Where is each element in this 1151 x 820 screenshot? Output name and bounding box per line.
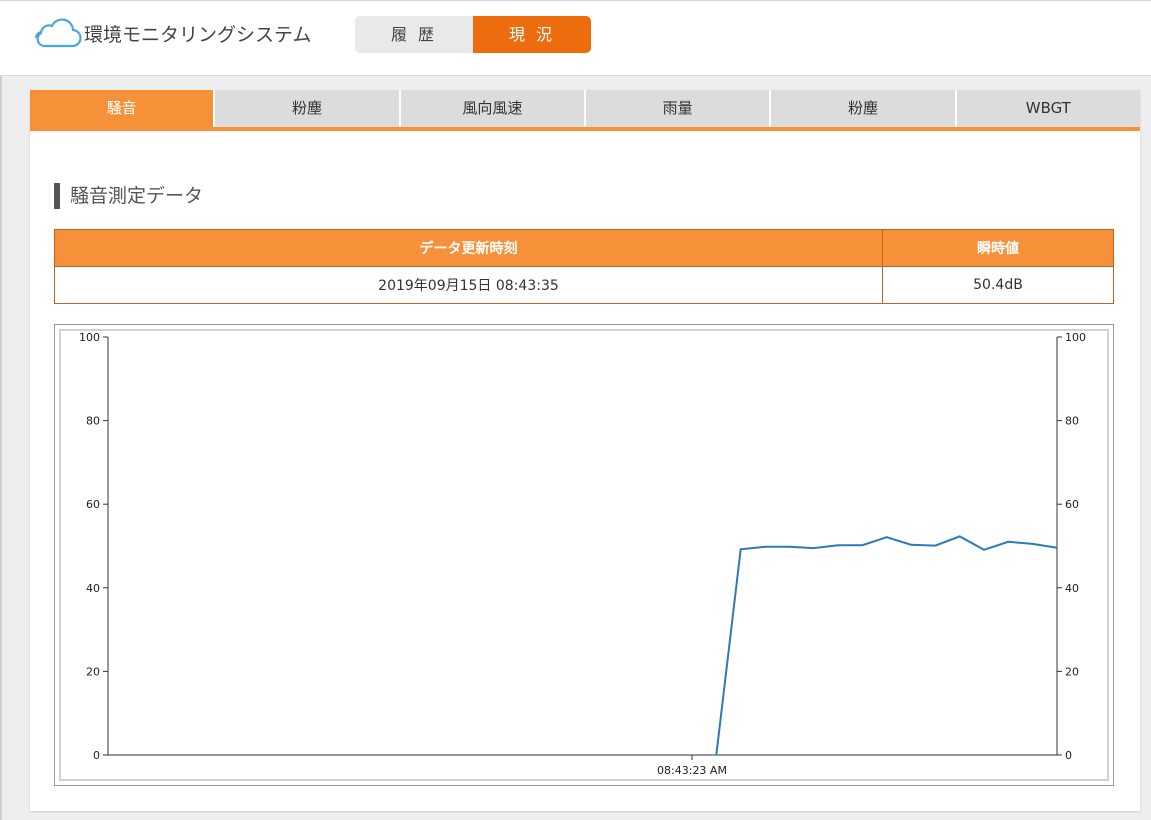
mode-switch: 履 歴 現 況 (355, 16, 591, 53)
y-tick-label-left: 40 (86, 582, 100, 595)
data-point (739, 548, 742, 551)
app-header: 環境モニタリングシステム 履 歴 現 況 (0, 0, 1151, 76)
tab-wbgt[interactable]: WBGT (954, 90, 1140, 127)
data-point (934, 544, 937, 547)
y-tick-label-left: 60 (86, 498, 100, 511)
x-tick-label: 08:43:23 AM (657, 764, 727, 777)
data-point (983, 548, 985, 551)
noise-series-line (715, 535, 1058, 756)
data-point (715, 754, 718, 756)
main-panel: 騒音 粉塵 風向風速 雨量 粉塵 WBGT 騒音測定データ データ更新時刻 瞬時… (30, 90, 1140, 811)
noise-chart: 0 20 40 60 80 100 0 20 40 60 80 100 08:43:23 AM (54, 324, 1114, 786)
update-time-value: 2019年09月15日 08:43:35 (54, 266, 883, 304)
current-mode-button[interactable]: 現 況 (473, 16, 591, 53)
y-tick-label-left: 80 (86, 415, 100, 428)
data-point (812, 547, 815, 549)
data-point (1031, 543, 1034, 545)
y-tick-label-right: 40 (1065, 582, 1079, 595)
tab-underline (30, 127, 1140, 131)
brand[interactable]: 環境モニタリングシステム (32, 16, 311, 50)
measurement-table: データ更新時刻 瞬時値 2019年09月15日 08:43:35 50.4dB (54, 229, 1115, 304)
tab-noise[interactable]: 騒音 (30, 90, 214, 127)
y-tick-label-right: 100 (1065, 331, 1086, 344)
data-point (885, 536, 888, 539)
data-point (764, 546, 766, 548)
data-point (861, 544, 864, 546)
tab-dust-2[interactable]: 粉塵 (769, 90, 955, 127)
y-tick-label-right: 80 (1065, 415, 1079, 428)
y-tick-label-right: 60 (1065, 498, 1079, 511)
app-title: 環境モニタリングシステム (84, 23, 312, 46)
tab-dust[interactable]: 粉塵 (213, 90, 399, 127)
y-tick-label-right: 20 (1065, 665, 1079, 678)
section-title: 騒音測定データ (54, 183, 203, 209)
update-time-header: データ更新時刻 (54, 229, 883, 267)
data-point (1007, 541, 1010, 543)
data-point (910, 543, 912, 546)
y-tick-label-right: 0 (1065, 749, 1072, 762)
window-edge (0, 76, 2, 820)
data-point (1056, 546, 1058, 549)
tab-wind[interactable]: 風向風速 (398, 90, 584, 127)
tab-rain[interactable]: 雨量 (583, 90, 770, 127)
cloud-icon (35, 18, 82, 48)
table-row: 2019年09月15日 08:43:35 50.4dB (54, 266, 1115, 304)
data-point (788, 546, 791, 548)
y-tick-label-left: 0 (93, 749, 100, 762)
sensor-tabs: 騒音 粉塵 風向風速 雨量 粉塵 WBGT (30, 90, 1140, 127)
y-tick-label-left: 100 (79, 331, 100, 344)
instant-value: 50.4dB (881, 266, 1115, 304)
table-header-row: データ更新時刻 瞬時値 (54, 229, 1115, 267)
chart-svg: 0 20 40 60 80 100 0 20 40 60 80 100 08:43:23 AM (79, 331, 1086, 777)
instant-value-header: 瞬時値 (881, 229, 1115, 267)
history-mode-button[interactable]: 履 歴 (355, 16, 473, 53)
y-tick-label-left: 20 (86, 665, 100, 678)
data-point (958, 535, 961, 538)
data-point (837, 544, 839, 546)
